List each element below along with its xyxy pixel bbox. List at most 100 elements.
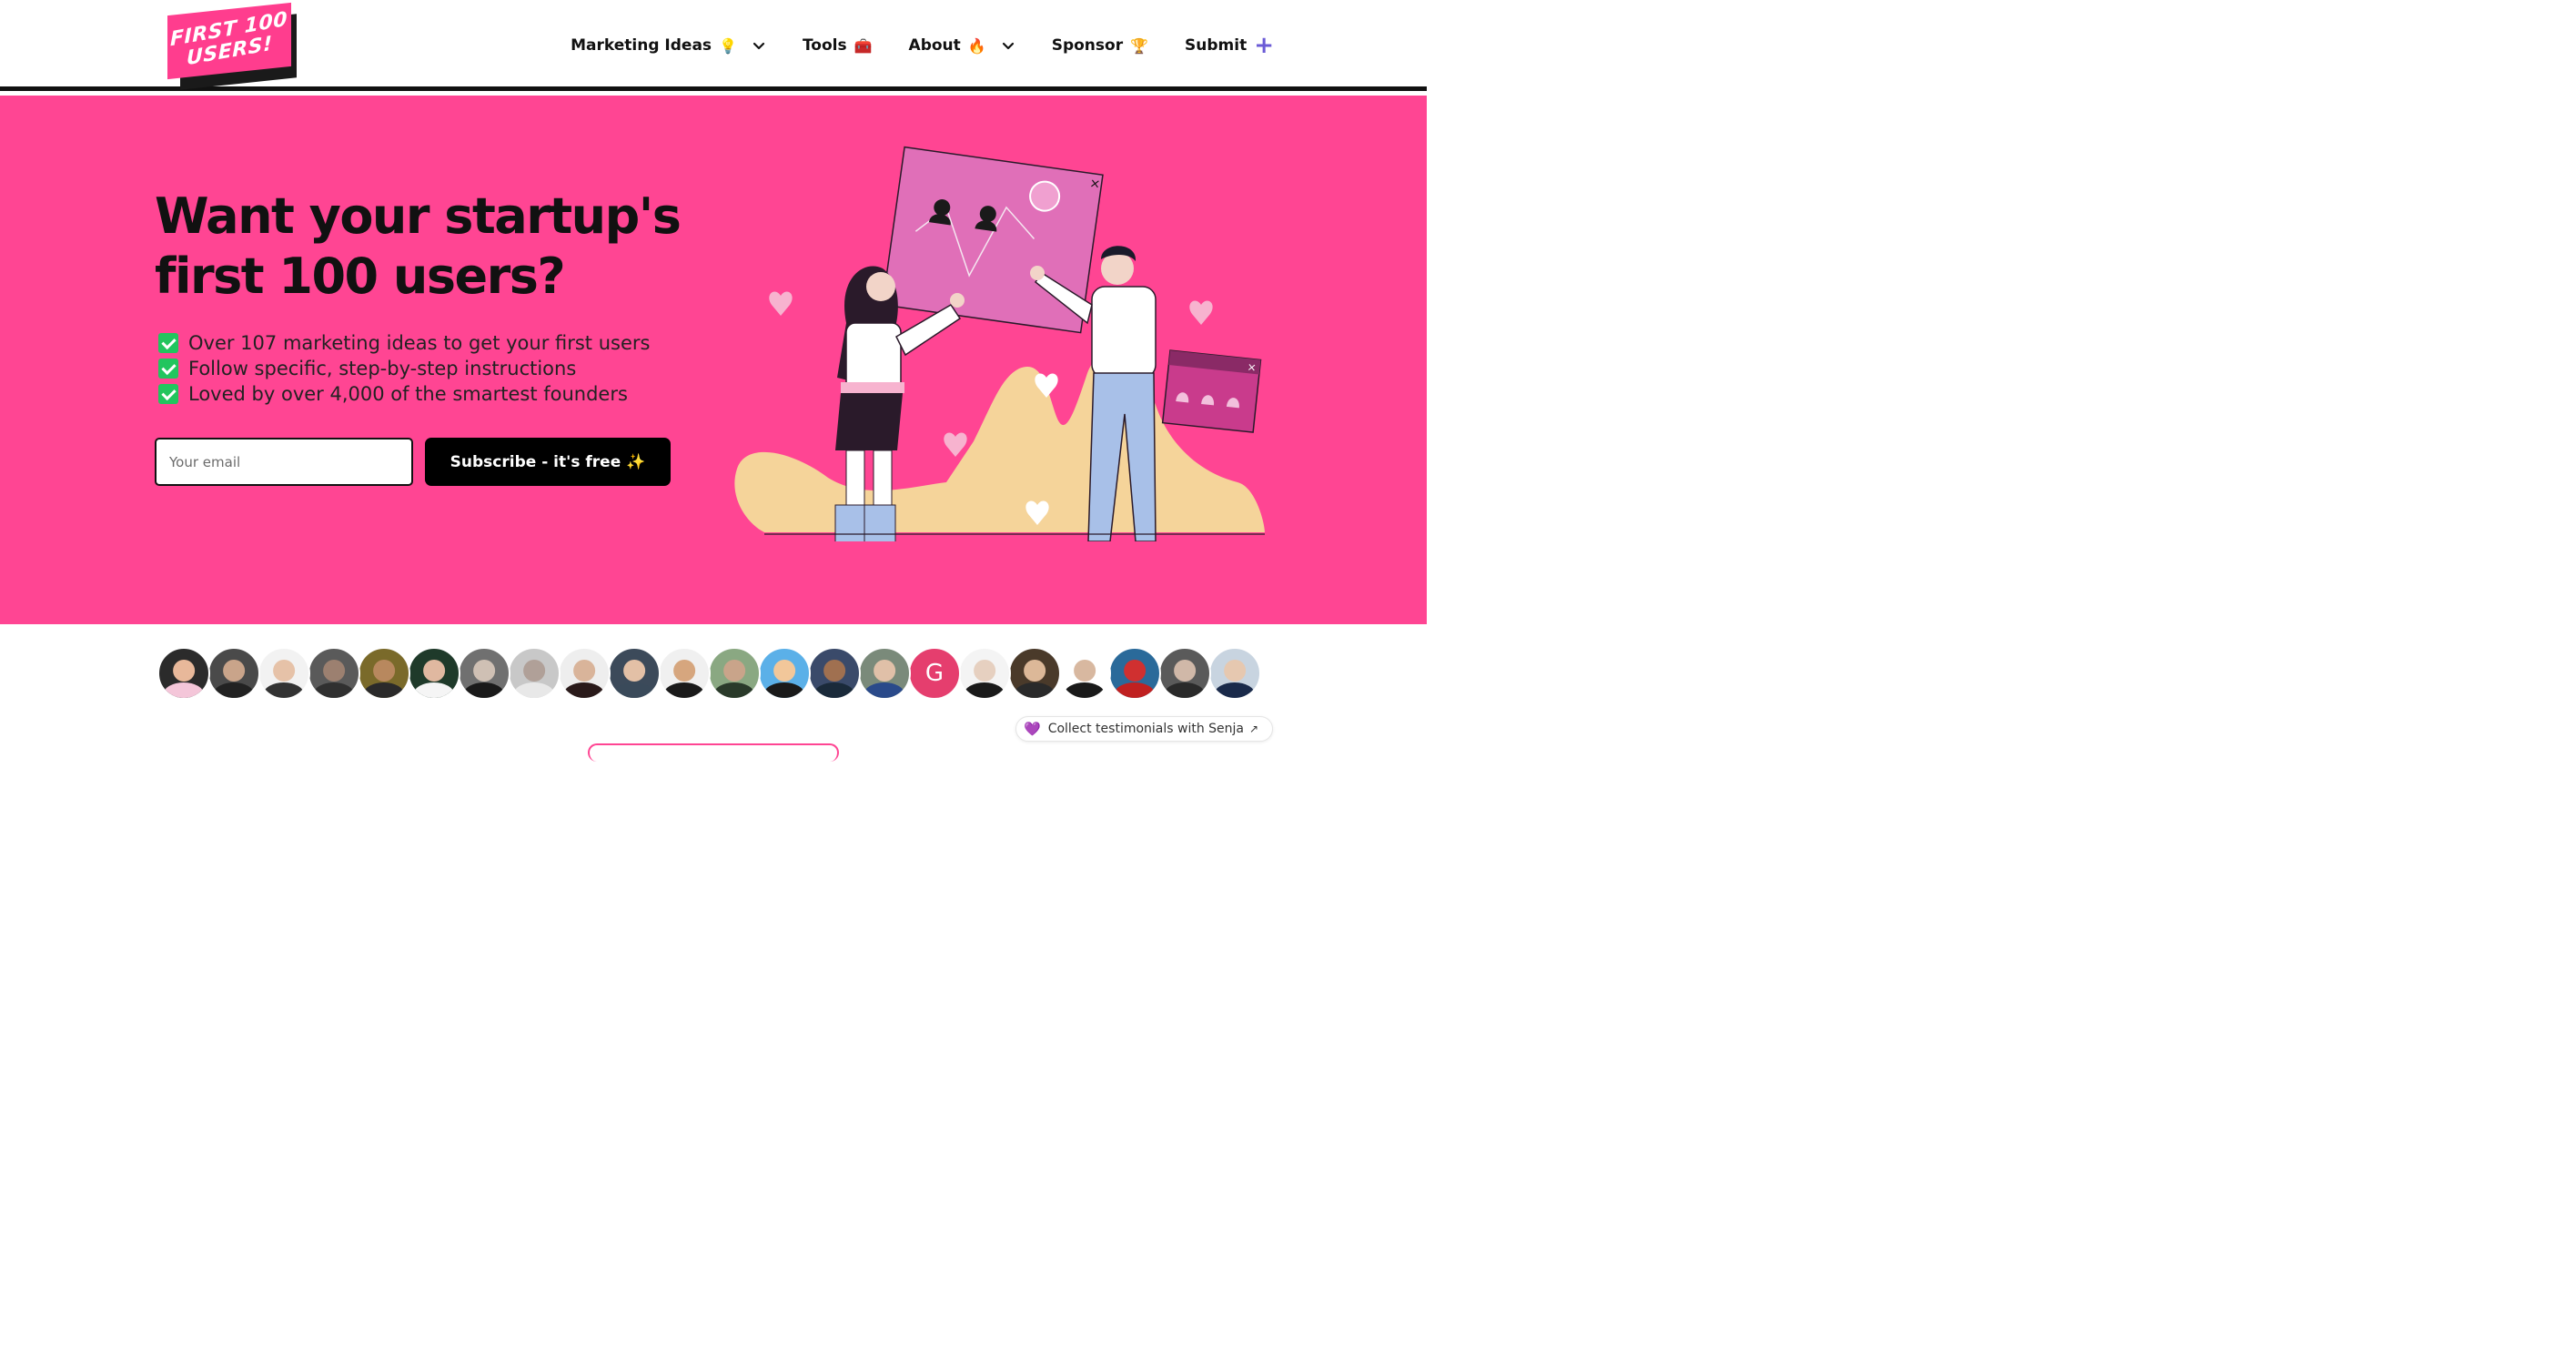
avatar-head — [373, 659, 395, 682]
trophy-icon: 🏆 — [1130, 36, 1149, 55]
avatar-head — [773, 659, 795, 682]
avatar-head — [1074, 659, 1096, 682]
avatar-head — [573, 659, 595, 682]
checkmark-icon — [158, 359, 178, 379]
avatar-body — [213, 682, 255, 698]
external-link-icon: ↗ — [1249, 722, 1259, 735]
avatar — [1158, 647, 1211, 700]
avatar — [157, 647, 210, 700]
svg-text:×: × — [1247, 360, 1257, 374]
avatar-head — [723, 659, 745, 682]
benefit-item: Over 107 marketing ideas to get your fir… — [158, 330, 650, 356]
avatar — [958, 647, 1011, 700]
avatar-body — [1164, 682, 1206, 698]
avatar-body — [1064, 682, 1106, 698]
avatar-body — [713, 682, 755, 698]
senja-label: Collect testimonials with Senja — [1047, 722, 1245, 736]
avatar-body — [864, 682, 905, 698]
avatar — [458, 647, 510, 700]
lightbulb-icon: 💡 — [719, 36, 737, 55]
avatar-body — [663, 682, 705, 698]
avatar-head — [173, 659, 195, 682]
email-input[interactable] — [155, 438, 413, 486]
nav-sponsor[interactable]: Sponsor 🏆 — [1052, 36, 1148, 55]
avatar — [308, 647, 360, 700]
avatar-body — [1114, 682, 1156, 698]
chevron-down-icon[interactable] — [1001, 38, 1015, 53]
avatar-body — [413, 682, 455, 698]
avatar-head — [273, 659, 295, 682]
avatar — [207, 647, 260, 700]
nav-marketing-ideas[interactable]: Marketing Ideas 💡 — [571, 36, 766, 55]
avatar — [658, 647, 711, 700]
avatar-head — [974, 659, 995, 682]
avatar — [758, 647, 811, 700]
toolbox-icon: 🧰 — [854, 36, 873, 55]
nav-label: Marketing Ideas — [571, 36, 712, 55]
avatar — [608, 647, 661, 700]
benefit-text: Follow specific, step-by-step instructio… — [188, 358, 577, 379]
avatar — [1058, 647, 1111, 700]
avatar-body — [1214, 682, 1256, 698]
avatar-head — [523, 659, 545, 682]
subscribe-button[interactable]: Subscribe - it's free ✨ — [425, 438, 671, 486]
avatar-head — [323, 659, 345, 682]
benefit-item: Follow specific, step-by-step instructio… — [158, 356, 650, 381]
benefits-list: Over 107 marketing ideas to get your fir… — [158, 330, 650, 407]
hero-section: Want your startup's first 100 users? Ove… — [0, 96, 1427, 624]
avatar-head — [1124, 659, 1146, 682]
nav-submit[interactable]: Submit + — [1185, 32, 1274, 59]
main-nav: Marketing Ideas 💡 Tools 🧰 About 🔥 Sponso… — [534, 29, 1274, 62]
avatar-body — [463, 682, 505, 698]
avatar — [508, 647, 561, 700]
avatar — [558, 647, 611, 700]
benefit-item: Loved by over 4,000 of the smartest foun… — [158, 381, 650, 407]
avatar-body — [263, 682, 305, 698]
avatar-head — [823, 659, 845, 682]
avatar-head — [1224, 659, 1246, 682]
avatar-head — [673, 659, 695, 682]
avatar-body — [513, 682, 555, 698]
senja-badge[interactable]: 💜 Collect testimonials with Senja ↗ — [1015, 716, 1273, 742]
avatar — [708, 647, 761, 700]
avatar-initial: G — [924, 660, 945, 687]
svg-text:×: × — [1088, 176, 1101, 191]
avatar-head — [223, 659, 245, 682]
avatar-head — [423, 659, 445, 682]
avatar: G — [908, 647, 961, 700]
nav-label: Sponsor — [1051, 36, 1124, 55]
avatar-body — [1014, 682, 1056, 698]
avatar-body — [813, 682, 855, 698]
hero-illustration: × × — [734, 146, 1265, 541]
nav-about[interactable]: About 🔥 — [909, 36, 1015, 55]
heart-icon: 💜 — [1024, 721, 1041, 737]
avatar — [808, 647, 861, 700]
testimonial-avatars: G — [157, 647, 1261, 700]
plus-icon: + — [1254, 32, 1274, 59]
avatar-head — [473, 659, 495, 682]
avatar-head — [1174, 659, 1196, 682]
benefit-text: Loved by over 4,000 of the smartest foun… — [188, 383, 628, 405]
avatar — [358, 647, 410, 700]
benefit-text: Over 107 marketing ideas to get your fir… — [188, 332, 651, 354]
hero-headline: Want your startup's first 100 users? — [155, 187, 682, 305]
checkmark-icon — [158, 384, 178, 404]
fire-icon: 🔥 — [967, 36, 986, 55]
avatar — [858, 647, 911, 700]
nav-tools[interactable]: Tools 🧰 — [803, 36, 873, 55]
avatar-body — [613, 682, 655, 698]
logo[interactable]: FIRST 100 USERS! — [164, 2, 300, 90]
chevron-down-icon[interactable] — [752, 38, 766, 53]
checkmark-icon — [158, 333, 178, 353]
site-header: FIRST 100 USERS! Marketing Ideas 💡 Tools… — [0, 0, 1427, 91]
logo-badge: FIRST 100 USERS! — [167, 2, 291, 80]
avatar — [408, 647, 460, 700]
avatar-head — [623, 659, 645, 682]
nav-label: Tools — [802, 36, 847, 55]
secondary-cta-partial[interactable] — [588, 743, 839, 762]
avatar-body — [313, 682, 355, 698]
avatar — [1108, 647, 1161, 700]
avatar-body — [763, 682, 805, 698]
avatar-head — [1024, 659, 1046, 682]
avatar — [258, 647, 310, 700]
